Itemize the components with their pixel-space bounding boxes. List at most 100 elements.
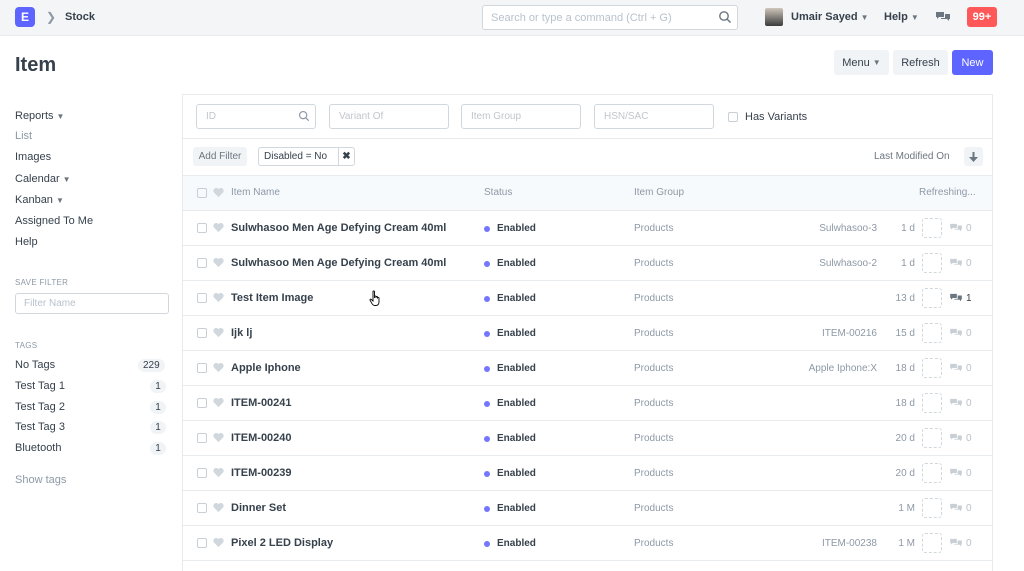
variant-of-filter[interactable]	[329, 104, 449, 129]
add-filter-button[interactable]: Add Filter	[193, 147, 247, 166]
filter-name-input[interactable]	[16, 294, 168, 313]
item-name-link[interactable]: ITEM-00239	[231, 467, 292, 479]
heart-icon[interactable]	[213, 292, 224, 303]
list-row[interactable]: Ijk lj Enabled Products ITEM-00216 15 d 0	[183, 316, 992, 351]
sidebar-item-reports[interactable]: Reports ▼	[15, 110, 64, 122]
status-label: Enabled	[497, 398, 536, 409]
caret-down-icon: ▼	[55, 196, 64, 205]
heart-icon[interactable]	[213, 502, 224, 513]
heart-icon[interactable]	[213, 187, 224, 198]
tag-test-tag-1[interactable]: Test Tag 1	[15, 380, 65, 392]
tag-bluetooth[interactable]: Bluetooth	[15, 442, 61, 454]
item-group-input[interactable]	[462, 105, 580, 128]
app-logo[interactable]: E	[15, 7, 35, 27]
sidebar-item-help[interactable]: Help	[15, 236, 38, 248]
sidebar-item-assigned[interactable]: Assigned To Me	[15, 215, 93, 227]
row-checkbox[interactable]	[197, 433, 207, 443]
variant-of-input[interactable]	[330, 105, 448, 128]
item-name-link[interactable]: ITEM-00240	[231, 432, 292, 444]
row-checkbox[interactable]	[197, 258, 207, 268]
list-row[interactable]: Pixel 2 LED Display Enabled Products ITEM-0…	[183, 526, 992, 561]
comment-icon	[950, 223, 962, 232]
list-row[interactable]: ITEM-00240 Enabled Products 20 d 0	[183, 421, 992, 456]
select-all-checkbox[interactable]	[197, 188, 207, 198]
heart-icon[interactable]	[213, 432, 224, 443]
item-name-link[interactable]: Test Item Image	[231, 292, 313, 304]
chevron-right-icon: ❯	[46, 10, 57, 24]
notifications-badge[interactable]: 99+	[967, 7, 997, 27]
navbar: E ❯ Stock Umair Sayed▼ Help▼ 99+	[0, 0, 1024, 36]
item-group-cell: Products	[634, 538, 674, 549]
heart-icon[interactable]	[213, 537, 224, 548]
list-header: Item Name Status Item Group Refreshing..…	[183, 176, 992, 211]
list-row[interactable]: Sulwhasoo Men Age Defying Cream 40ml Enab…	[183, 211, 992, 246]
list-row[interactable]: ITEM-00239 Enabled Products 20 d 0	[183, 456, 992, 491]
modified-time: 18 d	[895, 363, 915, 374]
sidebar-item-kanban[interactable]: Kanban ▼	[15, 194, 64, 206]
id-filter[interactable]	[196, 104, 316, 129]
refresh-button[interactable]: Refresh	[893, 50, 948, 75]
sidebar-item-images[interactable]: Images	[15, 151, 51, 163]
row-checkbox[interactable]	[197, 363, 207, 373]
row-checkbox[interactable]	[197, 398, 207, 408]
item-name-link[interactable]: ITEM-00241	[231, 397, 292, 409]
hsn-input[interactable]	[595, 105, 713, 128]
user-menu[interactable]: Umair Sayed ▼	[791, 11, 869, 23]
row-checkbox[interactable]	[197, 503, 207, 513]
list-row[interactable]: Apple Iphone Enabled Products Apple Iphone:…	[183, 351, 992, 386]
search-icon[interactable]	[718, 10, 732, 24]
breadcrumb-stock[interactable]: Stock	[65, 11, 95, 23]
avatar[interactable]	[765, 8, 783, 26]
hsn-filter[interactable]	[594, 104, 714, 129]
tag-no-tags[interactable]: No Tags	[15, 359, 55, 371]
sidebar-item-calendar[interactable]: Calendar ▼	[15, 173, 71, 185]
filter-chip[interactable]: Disabled = No ✖	[258, 147, 355, 166]
row-checkbox[interactable]	[197, 223, 207, 233]
new-button[interactable]: New	[952, 50, 993, 75]
heart-icon[interactable]	[213, 362, 224, 373]
item-group-cell: Products	[634, 503, 674, 514]
heart-icon[interactable]	[213, 397, 224, 408]
tag-test-tag-2[interactable]: Test Tag 2	[15, 401, 65, 413]
heart-icon[interactable]	[213, 327, 224, 338]
item-name-link[interactable]: Pixel 2 LED Display	[231, 537, 333, 549]
modified-time: 1 M	[898, 503, 915, 514]
heart-icon[interactable]	[213, 222, 224, 233]
row-checkbox[interactable]	[197, 328, 207, 338]
close-icon[interactable]: ✖	[338, 148, 354, 165]
sidebar-item-list[interactable]: List	[15, 130, 32, 142]
sort-selector[interactable]: Last Modified On	[874, 151, 950, 162]
item-group-cell: Products	[634, 363, 674, 374]
list-row[interactable]: ITEM-00241 Enabled Products 18 d 0	[183, 386, 992, 421]
row-checkbox[interactable]	[197, 538, 207, 548]
item-name-link[interactable]: Dinner Set	[231, 502, 286, 514]
row-checkbox[interactable]	[197, 293, 207, 303]
help-menu[interactable]: Help ▼	[884, 11, 919, 23]
menu-button[interactable]: Menu ▼	[834, 50, 889, 75]
chat-icon[interactable]	[936, 11, 950, 23]
search-input[interactable]	[483, 6, 703, 29]
variant-of-cell: ITEM-00216	[821, 328, 877, 339]
item-name-link[interactable]: Sulwhasoo Men Age Defying Cream 40ml	[231, 257, 446, 269]
heart-icon[interactable]	[213, 257, 224, 268]
sort-order-button[interactable]	[964, 147, 983, 166]
show-tags-link[interactable]: Show tags	[15, 474, 66, 486]
item-group-filter[interactable]	[461, 104, 581, 129]
item-name-link[interactable]: Ijk lj	[231, 327, 252, 339]
heart-icon[interactable]	[213, 467, 224, 478]
status-label: Enabled	[497, 538, 536, 549]
filter-name-field[interactable]	[15, 293, 169, 314]
caret-down-icon: ▼	[872, 58, 881, 67]
list-row[interactable]: Test Item Image Enabled Products 13 d 1	[183, 281, 992, 316]
item-name-link[interactable]: Apple Iphone	[231, 362, 301, 374]
row-checkbox[interactable]	[197, 468, 207, 478]
refreshing-indicator: Refreshing...	[919, 187, 976, 198]
awesomebar[interactable]	[482, 5, 738, 30]
has-variants-checkbox[interactable]	[728, 112, 738, 122]
list-row[interactable]: Sulwhasoo Men Age Defying Cream 40ml Enab…	[183, 246, 992, 281]
list-row[interactable]: Dinner Set Enabled Products 1 M 0	[183, 491, 992, 526]
tag-test-tag-3[interactable]: Test Tag 3	[15, 421, 65, 433]
item-name-link[interactable]: Sulwhasoo Men Age Defying Cream 40ml	[231, 222, 446, 234]
item-group-cell: Products	[634, 223, 674, 234]
status-indicator-dot	[484, 471, 490, 477]
